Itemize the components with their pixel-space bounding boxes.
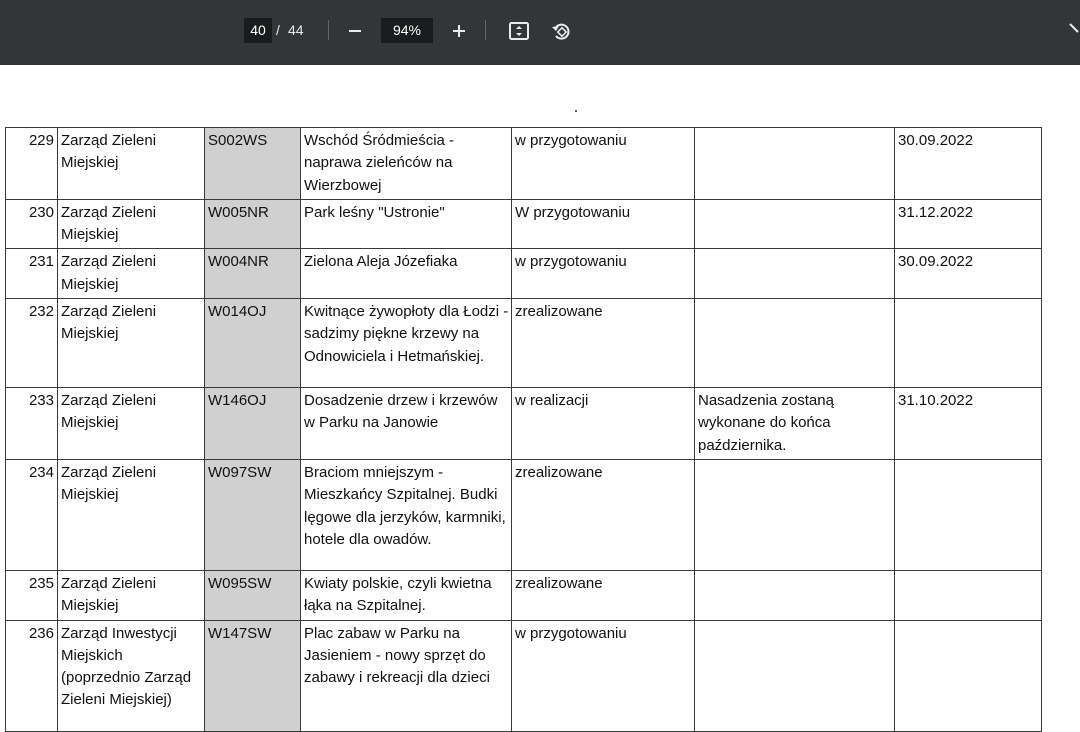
- pdf-toolbar: 40 / 44 94%: [0, 0, 1080, 65]
- project-code-cell: W097SW: [204, 458, 301, 571]
- project-code-cell: S002WS: [204, 127, 301, 200]
- table-row: 230 Zarząd Zieleni Miejskiej W005NR Park le…: [5, 198, 1042, 250]
- deadline-cell: 30.09.2022: [894, 127, 1042, 200]
- organization-cell: Zarząd Inwestycji Miejskich (poprzednio …: [57, 619, 205, 732]
- zoom-out-button[interactable]: [340, 16, 370, 46]
- project-code-cell: W146OJ: [204, 387, 301, 460]
- table-row: 234 Zarząd Zieleni Miejskiej W097SW Braciom…: [5, 458, 1042, 571]
- deadline-cell: [894, 569, 1042, 621]
- row-number: 233: [5, 387, 58, 460]
- fit-to-page-icon: [509, 22, 529, 40]
- row-number: 232: [5, 298, 58, 389]
- project-title-cell: Kwitnące żywopłoty dla Łodzi - sadzimy p…: [300, 298, 512, 389]
- table-row: 236 Zarząd Inwestycji Miejskich (poprzedn…: [5, 619, 1042, 732]
- deadline-cell: [894, 458, 1042, 571]
- project-title-cell: Plac zabaw w Parku na Jasieniem - nowy s…: [300, 619, 512, 732]
- table-row: 232 Zarząd Zieleni Miejskiej W014OJ Kwitnąc…: [5, 298, 1042, 389]
- fit-to-page-button[interactable]: [504, 16, 534, 46]
- minus-icon: [349, 30, 361, 32]
- row-number: 231: [5, 248, 58, 300]
- table-body: 229 Zarząd Zieleni Miejskiej S002WS Wschód …: [5, 127, 1042, 732]
- deadline-cell: 31.10.2022: [894, 387, 1042, 460]
- notes-cell: [694, 198, 895, 250]
- deadline-cell: 31.12.2022: [894, 198, 1042, 250]
- project-title-cell: Braciom mniejszym - Mieszkańcy Szpitalne…: [300, 458, 512, 571]
- document-page: 229 Zarząd Zieleni Miejskiej S002WS Wschód …: [0, 65, 1080, 732]
- notes-cell: [694, 127, 895, 200]
- row-number: 235: [5, 569, 58, 621]
- status-cell: w przygotowaniu: [511, 127, 695, 200]
- notes-cell: [694, 569, 895, 621]
- row-number: 229: [5, 127, 58, 200]
- projects-table: 229 Zarząd Zieleni Miejskiej S002WS Wschód …: [5, 127, 1042, 732]
- project-title-cell: Kwiaty polskie, czyli kwietna łąka na Sz…: [300, 569, 512, 621]
- plus-icon: [453, 25, 465, 37]
- organization-cell: Zarząd Zieleni Miejskiej: [57, 248, 205, 300]
- notes-cell: [694, 298, 895, 389]
- zoom-in-button[interactable]: [444, 16, 474, 46]
- status-cell: zrealizowane: [511, 569, 695, 621]
- table-row: 233 Zarząd Zieleni Miejskiej W146OJ Dosadze…: [5, 387, 1042, 460]
- notes-cell: [694, 619, 895, 732]
- page-mark: [575, 110, 577, 112]
- rotate-icon: [552, 23, 570, 40]
- toolbar-divider: [328, 20, 329, 40]
- notes-cell: [694, 458, 895, 571]
- project-code-cell: W147SW: [204, 619, 301, 732]
- project-code-cell: W095SW: [204, 569, 301, 621]
- project-code-cell: W004NR: [204, 248, 301, 300]
- project-title-cell: Dosadzenie drzew i krzewów w Parku na Ja…: [300, 387, 512, 460]
- row-number: 236: [5, 619, 58, 732]
- project-title-cell: Zielona Aleja Józefiaka: [300, 248, 512, 300]
- project-title-cell: Park leśny "Ustronie": [300, 198, 512, 250]
- table-row: 229 Zarząd Zieleni Miejskiej S002WS Wschód …: [5, 127, 1042, 200]
- row-number: 230: [5, 198, 58, 250]
- table-row: 231 Zarząd Zieleni Miejskiej W004NR Zielona…: [5, 248, 1042, 300]
- organization-cell: Zarząd Zieleni Miejskiej: [57, 198, 205, 250]
- table-row: 235 Zarząd Zieleni Miejskiej W095SW Kwiaty …: [5, 569, 1042, 621]
- rotate-button[interactable]: [546, 16, 576, 46]
- organization-cell: Zarząd Zieleni Miejskiej: [57, 458, 205, 571]
- organization-cell: Zarząd Zieleni Miejskiej: [57, 127, 205, 200]
- status-cell: W przygotowaniu: [511, 198, 695, 250]
- total-pages: 44: [288, 22, 304, 38]
- deadline-cell: [894, 298, 1042, 389]
- deadline-cell: [894, 619, 1042, 732]
- status-cell: w przygotowaniu: [511, 248, 695, 300]
- status-cell: w realizacji: [511, 387, 695, 460]
- page-separator: /: [276, 22, 280, 38]
- status-cell: zrealizowane: [511, 458, 695, 571]
- status-cell: w przygotowaniu: [511, 619, 695, 732]
- organization-cell: Zarząd Zieleni Miejskiej: [57, 387, 205, 460]
- notes-cell: Nasadzenia zostaną wykonane do końca paź…: [694, 387, 895, 460]
- project-code-cell: W005NR: [204, 198, 301, 250]
- organization-cell: Zarząd Zieleni Miejskiej: [57, 298, 205, 389]
- organization-cell: Zarząd Zieleni Miejskiej: [57, 569, 205, 621]
- project-title-cell: Wschód Śródmieścia - naprawa zieleńców n…: [300, 127, 512, 200]
- project-code-cell: W014OJ: [204, 298, 301, 389]
- zoom-level-input[interactable]: 94%: [381, 18, 433, 43]
- page-number-input[interactable]: 40: [244, 18, 272, 43]
- row-number: 234: [5, 458, 58, 571]
- download-icon[interactable]: [1068, 18, 1080, 45]
- status-cell: zrealizowane: [511, 298, 695, 389]
- toolbar-divider: [485, 20, 486, 40]
- deadline-cell: 30.09.2022: [894, 248, 1042, 300]
- notes-cell: [694, 248, 895, 300]
